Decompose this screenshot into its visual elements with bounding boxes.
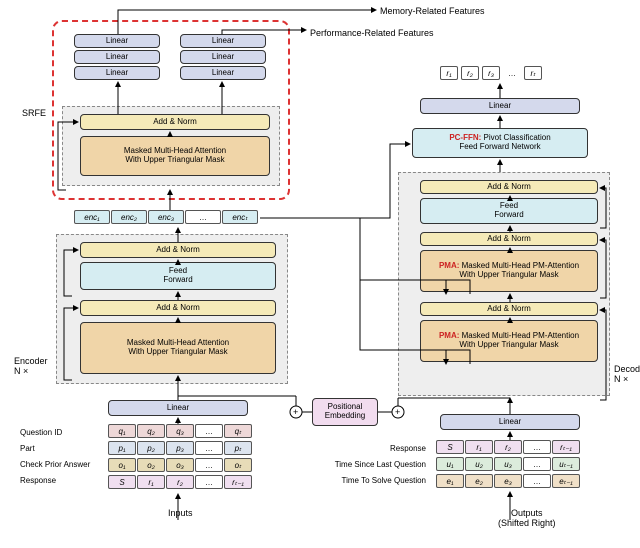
encoder-addnorm2: Add & Norm [80, 300, 276, 316]
input-label-o: Check Prior Answer [20, 460, 90, 469]
srfe-linear-b1: Linear [180, 34, 266, 48]
cell: q₂ [137, 424, 165, 438]
encoder-attn: Masked Multi-Head Attention With Upper T… [80, 322, 276, 374]
enc-cell: enc₂ [111, 210, 147, 224]
enc-tokens: enc₁ enc₂ enc₃ … encₜ [74, 210, 258, 224]
cell: u₃ [494, 457, 522, 471]
outputs-table: S r₁ r₂ … rₜ₋₁ u₁ u₂ u₃ … uₜ₋₁ e₁ e₂ e₃ … [436, 440, 580, 490]
cell: r₂ [166, 475, 194, 489]
r-cell: r₁ [440, 66, 458, 80]
srfe-linear-a2: Linear [74, 50, 160, 64]
cell: r₂ [494, 440, 522, 454]
cell: rₜ₋₁ [224, 475, 252, 489]
cell: p₁ [108, 441, 136, 455]
output-linear: Linear [420, 98, 580, 114]
pma2-prefix: PMA: [439, 261, 462, 270]
cell: u₂ [465, 457, 493, 471]
pma2-text: Masked Multi-Head PM-Attention With Uppe… [459, 261, 579, 279]
cell: q₃ [166, 424, 194, 438]
input-label-r: Response [20, 476, 56, 485]
cell: e₃ [494, 474, 522, 488]
svg-text:+: + [293, 407, 298, 417]
srfe-linear-a3: Linear [74, 66, 160, 80]
decoder-label: Decoder N × [614, 364, 640, 384]
output-label-e: Time To Solve Question [300, 476, 426, 485]
cell: oₜ [224, 458, 252, 472]
performance-features-label: Performance-Related Features [310, 28, 434, 38]
cell: eₜ₋₁ [552, 474, 580, 488]
cell-dots: … [195, 458, 223, 472]
positional-embedding: Positional Embedding [312, 398, 378, 426]
cell: rₜ₋₁ [552, 440, 580, 454]
cell: p₃ [166, 441, 194, 455]
cell: uₜ₋₁ [552, 457, 580, 471]
output-r-row: r₁ r₂ r₃ … rₜ [440, 66, 542, 80]
outputs-arrow-label: Outputs (Shifted Right) [498, 508, 556, 528]
pcffn-block: PC-FFN: Pivot Classification Feed Forwar… [412, 128, 588, 158]
enc-cell: enc₃ [148, 210, 184, 224]
cell-dots: … [523, 457, 551, 471]
memory-features-label: Memory-Related Features [380, 6, 485, 16]
cell: o₂ [137, 458, 165, 472]
srfe-attn: Masked Multi-Head Attention With Upper T… [80, 136, 270, 176]
svg-text:+: + [395, 407, 400, 417]
encoder-label: Encoder N × [14, 356, 48, 376]
cell: u₁ [436, 457, 464, 471]
enc-cell: enc₁ [74, 210, 110, 224]
r-cell: rₜ [524, 66, 542, 80]
enc-cell: encₜ [222, 210, 258, 224]
cell-dots: … [195, 424, 223, 438]
r-cell: r₂ [461, 66, 479, 80]
cell: pₜ [224, 441, 252, 455]
decoder-addnorm3: Add & Norm [420, 180, 598, 194]
pcffn-prefix: PC-FFN: [449, 133, 483, 142]
cell: o₁ [108, 458, 136, 472]
decoder-pma1: PMA: Masked Multi-Head PM-Attention With… [420, 320, 598, 362]
input-label-p: Part [20, 444, 35, 453]
decoder-input-linear: Linear [440, 414, 580, 430]
output-label-u: Time Since Last Question [300, 460, 426, 469]
cell-dots: … [523, 440, 551, 454]
cell: S [436, 440, 464, 454]
r-dots: … [503, 66, 521, 80]
cell: r₁ [465, 440, 493, 454]
cell: o₃ [166, 458, 194, 472]
cell: e₁ [436, 474, 464, 488]
srfe-label: SRFE [22, 108, 46, 118]
pma1-text: Masked Multi-Head PM-Attention With Uppe… [459, 331, 579, 349]
cell: S [108, 475, 136, 489]
srfe-linear-a1: Linear [74, 34, 160, 48]
r-cell: r₃ [482, 66, 500, 80]
cell: e₂ [465, 474, 493, 488]
pma1-prefix: PMA: [439, 331, 462, 340]
input-label-q: Question ID [20, 428, 62, 437]
cell-dots: … [195, 441, 223, 455]
cell-dots: … [523, 474, 551, 488]
encoder-input-linear: Linear [108, 400, 248, 416]
decoder-pma2: PMA: Masked Multi-Head PM-Attention With… [420, 250, 598, 292]
decoder-addnorm1: Add & Norm [420, 302, 598, 316]
inputs-arrow-label: Inputs [168, 508, 193, 518]
decoder-addnorm2: Add & Norm [420, 232, 598, 246]
enc-dots: … [185, 210, 221, 224]
cell: r₁ [137, 475, 165, 489]
encoder-ffw: Feed Forward [80, 262, 276, 290]
srfe-addnorm: Add & Norm [80, 114, 270, 130]
cell: q₁ [108, 424, 136, 438]
cell-dots: … [195, 475, 223, 489]
decoder-ffw: Feed Forward [420, 198, 598, 224]
output-label-r: Response [340, 444, 426, 453]
srfe-linear-b3: Linear [180, 66, 266, 80]
cell: p₂ [137, 441, 165, 455]
encoder-addnorm1: Add & Norm [80, 242, 276, 258]
srfe-linear-b2: Linear [180, 50, 266, 64]
inputs-table: q₁ q₂ q₃ … qₜ p₁ p₂ p₃ … pₜ o₁ o₂ o₃ … o… [108, 424, 252, 491]
cell: qₜ [224, 424, 252, 438]
